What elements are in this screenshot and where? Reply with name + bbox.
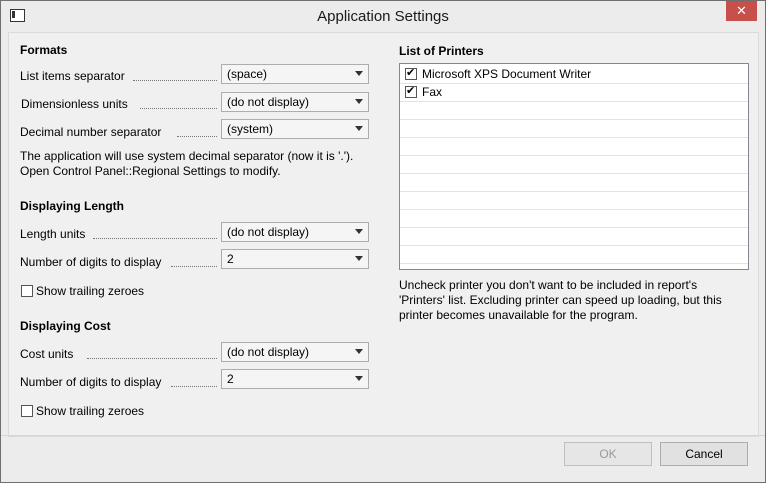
printer-name: Microsoft XPS Document Writer [422, 67, 592, 81]
cost-trailing-zeroes-checkbox[interactable] [21, 405, 33, 417]
printer-name: Fax [422, 85, 443, 99]
chevron-down-icon [355, 256, 363, 261]
application-settings-window: Application Settings ✕ Formats List item… [0, 0, 766, 483]
cost-units-select[interactable]: (do not display) [221, 342, 369, 362]
cost-heading: Displaying Cost [20, 319, 111, 333]
row-separator [400, 119, 748, 120]
leader-dots [171, 265, 217, 267]
row-separator [400, 263, 748, 264]
chevron-down-icon [355, 376, 363, 381]
decimal-info-text-2: Open Control Panel::Regional Settings to… [20, 164, 281, 178]
printer-checkbox[interactable] [405, 66, 417, 80]
cost-digits-value: 2 [227, 372, 234, 386]
row-separator [400, 245, 748, 246]
decimal-separator-label: Decimal number separator [20, 125, 162, 139]
length-units-select[interactable]: (do not display) [221, 222, 369, 242]
row-separator [400, 83, 748, 84]
chevron-down-icon [355, 71, 363, 76]
length-units-value: (do not display) [227, 225, 310, 239]
row-separator [400, 227, 748, 228]
decimal-info-text: The application will use system decimal … [20, 149, 354, 163]
close-button[interactable]: ✕ [726, 1, 757, 21]
length-trailing-zeroes-label[interactable]: Show trailing zeroes [36, 284, 144, 298]
cost-units-label: Cost units [20, 347, 74, 361]
cost-units-value: (do not display) [227, 345, 310, 359]
length-heading: Displaying Length [20, 199, 125, 213]
leader-dots [87, 357, 217, 359]
leader-dots [93, 237, 217, 239]
printers-note-text-3: printer becomes unavailable for the prog… [399, 308, 638, 322]
window-title: Application Settings [317, 8, 449, 25]
dimensionless-units-value: (do not display) [227, 95, 310, 109]
cost-trailing-zeroes-label[interactable]: Show trailing zeroes [36, 404, 144, 418]
row-separator [400, 173, 748, 174]
row-separator [400, 137, 748, 138]
length-digits-select[interactable]: 2 [221, 249, 369, 269]
printer-list[interactable]: Microsoft XPS Document Writer Fax [399, 63, 749, 270]
formats-heading: Formats [20, 43, 68, 57]
length-trailing-zeroes-checkbox[interactable] [21, 285, 33, 297]
chevron-down-icon [355, 349, 363, 354]
length-units-label: Length units [20, 227, 86, 241]
cancel-button[interactable]: Cancel [660, 442, 748, 466]
row-separator [400, 191, 748, 192]
length-digits-label: Number of digits to display [20, 255, 162, 269]
row-separator [400, 101, 748, 102]
cost-digits-label: Number of digits to display [20, 375, 162, 389]
ok-button[interactable]: OK [564, 442, 652, 466]
cost-digits-select[interactable]: 2 [221, 369, 369, 389]
decimal-separator-value: (system) [227, 122, 273, 136]
row-separator [400, 155, 748, 156]
decimal-separator-select[interactable]: (system) [221, 119, 369, 139]
list-separator-select[interactable]: (space) [221, 64, 369, 84]
printers-note-text-2: 'Printers' list. Excluding printer can s… [399, 293, 722, 307]
dimensionless-units-label: Dimensionless units [21, 97, 128, 111]
chevron-down-icon [355, 126, 363, 131]
list-separator-label: List items separator [20, 69, 125, 83]
dialog-content: Formats List items separator (space) Dim… [8, 32, 759, 437]
dimensionless-units-select[interactable]: (do not display) [221, 92, 369, 112]
chevron-down-icon [355, 99, 363, 104]
chevron-down-icon [355, 229, 363, 234]
leader-dots [177, 135, 217, 137]
length-digits-value: 2 [227, 252, 234, 266]
leader-dots [133, 79, 217, 81]
leader-dots [140, 107, 217, 109]
row-separator [400, 209, 748, 210]
leader-dots [171, 385, 217, 387]
footer-divider [1, 435, 765, 436]
list-separator-value: (space) [227, 67, 268, 81]
title-bar[interactable]: Application Settings ✕ [1, 1, 765, 32]
printers-note-text: Uncheck printer you don't want to be inc… [399, 278, 698, 292]
printer-checkbox[interactable] [405, 84, 417, 98]
printers-heading: List of Printers [399, 44, 484, 58]
